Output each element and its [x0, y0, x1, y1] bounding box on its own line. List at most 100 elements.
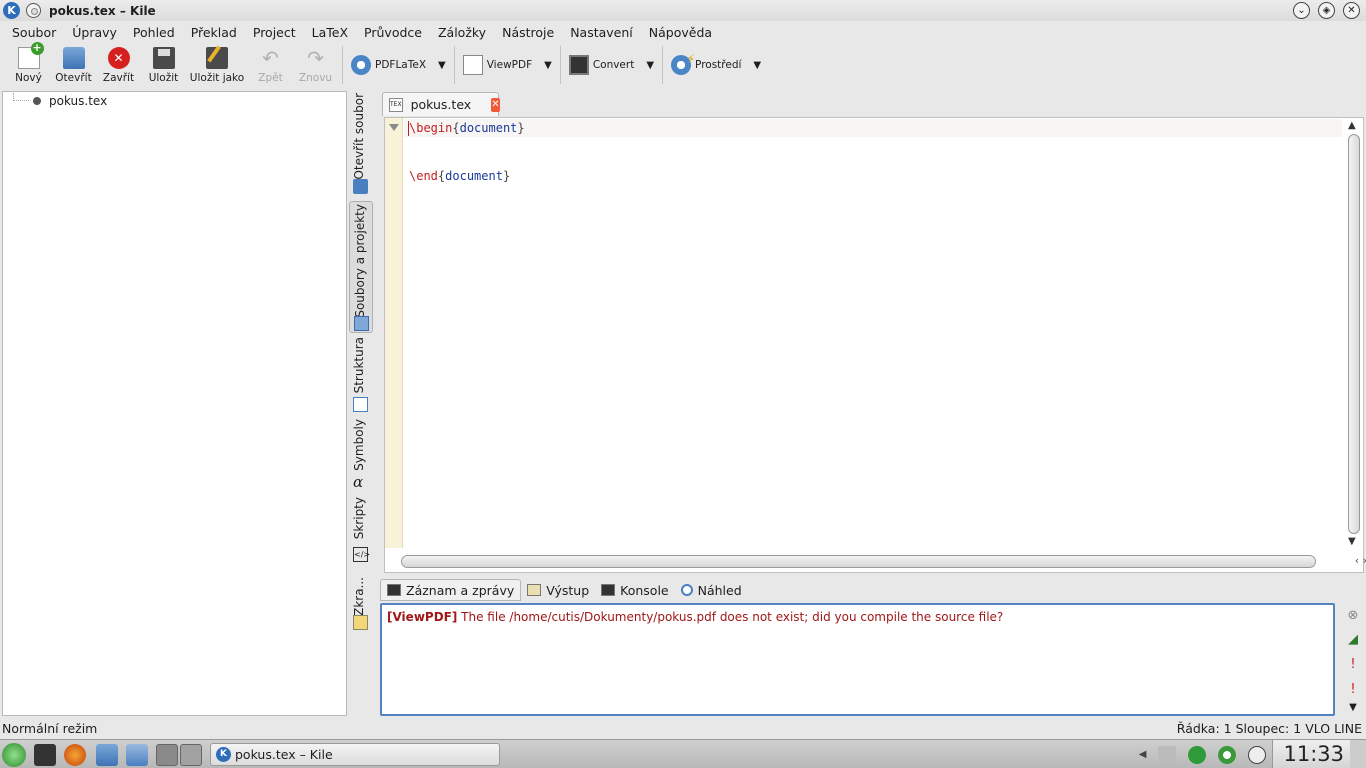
close-tab-icon[interactable]: ✕ [491, 97, 500, 112]
tab-open-file[interactable]: Otevřít soubor [349, 93, 373, 195]
menu-pohled[interactable]: Pohled [125, 25, 183, 40]
chevron-down-icon[interactable]: ▼ [1345, 702, 1361, 718]
convert-terminal-icon [568, 55, 589, 75]
menu-zalozky[interactable]: Záložky [430, 25, 494, 40]
environment-button[interactable]: Prostředí ▼ [667, 43, 765, 87]
chevron-down-icon[interactable]: ▼ [438, 60, 446, 71]
virtual-desktop-2[interactable] [180, 744, 202, 766]
environment-button-label: Prostředí [695, 59, 742, 71]
scroll-left-right-icon[interactable]: ‹ › [1355, 554, 1366, 567]
preview-search-icon [680, 584, 693, 596]
tab-log-label: Záznam a zprávy [406, 582, 515, 598]
toolbar-separator [662, 46, 664, 84]
close-document-button[interactable]: Zavřít [96, 43, 141, 87]
chevron-down-icon[interactable]: ▼ [544, 60, 552, 71]
window-menu-icon[interactable] [26, 3, 41, 18]
start-menu-icon[interactable] [2, 743, 26, 767]
open-button-label: Otevřít [55, 72, 92, 84]
tab-files-projects[interactable]: Soubory a projekty [349, 201, 373, 333]
volume-icon[interactable] [1158, 745, 1177, 764]
tab-scripts[interactable]: Skripty </> [349, 497, 373, 563]
task-kile[interactable]: K pokus.tex – Kile [210, 743, 500, 766]
undo-button[interactable]: ↶ Zpět [248, 43, 293, 87]
warning-icon[interactable]: ! [1345, 682, 1361, 698]
menu-nastaveni[interactable]: Nastavení [562, 25, 641, 40]
scroll-down-icon[interactable]: ▼ [1348, 536, 1356, 547]
update-notifier-icon[interactable] [1188, 745, 1207, 764]
open-button[interactable]: Otevřít [51, 43, 96, 87]
code-editor[interactable]: \begin{document} \end{document} ▲ ▼ ‹ › [384, 117, 1366, 573]
kile-app-icon[interactable]: K [3, 2, 20, 19]
tab-output[interactable]: Výstup [521, 579, 595, 601]
clear-log-icon[interactable]: ⊗ [1345, 608, 1361, 624]
editor-gutter [385, 118, 403, 548]
redo-icon: ↷ [307, 46, 324, 70]
tab-symbols[interactable]: Symboly α [349, 419, 373, 491]
clock[interactable]: 11:33 [1272, 740, 1350, 768]
log-message-text: The file /home/cutis/Dokumenty/pokus.pdf… [461, 610, 1004, 624]
insert-mode: VLO [1305, 720, 1331, 736]
brace: } [517, 121, 525, 135]
package-manager-icon[interactable] [126, 744, 148, 766]
firefox-icon[interactable] [64, 744, 86, 766]
latex-argument: document [459, 121, 518, 135]
tab-konsole[interactable]: Konsole [595, 579, 674, 601]
save-as-button[interactable]: Uložit jako [186, 43, 248, 87]
info-icon[interactable] [1248, 745, 1267, 764]
desktop-icon[interactable] [34, 744, 56, 766]
build-pdflatex-button[interactable]: PDFLaTeX ▼ [347, 43, 450, 87]
tab-pokus-tex[interactable]: TEX pokus.tex ✕ [382, 92, 500, 116]
log-message-tag: [ViewPDF] [387, 610, 458, 624]
network-icon[interactable] [1218, 745, 1237, 764]
redo-button[interactable]: ↷ Znovu [293, 43, 338, 87]
editor-tab-label: pokus.tex [410, 97, 472, 112]
save-button[interactable]: Uložit [141, 43, 186, 87]
minimize-button[interactable]: ⌄ [1293, 2, 1310, 19]
tree-item[interactable]: pokus.tex [13, 93, 107, 108]
horizontal-scroll-thumb[interactable] [401, 555, 1316, 568]
files-projects-icon [354, 316, 369, 331]
vertical-scrollbar[interactable]: ▲ ▼ [1347, 120, 1361, 548]
latex-build-icon[interactable]: ◢ [1345, 632, 1361, 648]
scroll-up-icon[interactable]: ▲ [1348, 120, 1356, 131]
convert-button[interactable]: Convert ▼ [565, 43, 658, 87]
view-pdf-button[interactable]: ViewPDF ▼ [459, 43, 556, 87]
tab-structure[interactable]: Struktura [349, 337, 373, 413]
horizontal-scrollbar[interactable]: ‹ › [397, 552, 1366, 570]
chevron-down-icon[interactable]: ▼ [753, 60, 761, 71]
tab-preview[interactable]: Náhled [675, 579, 748, 601]
menu-latex[interactable]: LaTeX [304, 25, 356, 40]
menu-napoveda[interactable]: Nápověda [641, 25, 720, 40]
chevron-down-icon[interactable]: ▼ [646, 60, 654, 71]
tray-expand-icon[interactable]: ◀ [1139, 749, 1147, 760]
tab-konsole-label: Konsole [620, 582, 669, 598]
menu-bar: Soubor Úpravy Pohled Překlad Project LaT… [0, 21, 1366, 43]
menu-preklad[interactable]: Překlad [183, 25, 245, 40]
code-line[interactable]: \end{document} [409, 169, 510, 183]
menu-project[interactable]: Project [245, 25, 304, 40]
new-button[interactable]: Nový [6, 42, 51, 87]
fold-marker-icon[interactable] [389, 124, 399, 131]
log-messages-panel[interactable]: [ViewPDF] The file /home/cutis/Dokumenty… [380, 603, 1335, 716]
code-line[interactable]: \begin{document} [409, 121, 525, 135]
menu-nastroje[interactable]: Nástroje [494, 25, 562, 40]
tab-structure-label: Struktura [352, 337, 366, 394]
menu-pruvodce[interactable]: Průvodce [356, 25, 430, 40]
vertical-scroll-thumb[interactable] [1348, 134, 1360, 534]
close-window-button[interactable]: ✕ [1343, 2, 1360, 19]
file-manager-icon[interactable] [96, 744, 118, 766]
maximize-button[interactable]: ◈ [1318, 2, 1335, 19]
notification-icon[interactable] [1350, 740, 1366, 768]
virtual-desktop-1[interactable] [156, 744, 178, 766]
tab-scripts-label: Skripty [352, 497, 366, 540]
tab-log-messages[interactable]: Záznam a zprávy [380, 579, 522, 601]
menu-upravy[interactable]: Úpravy [64, 25, 125, 40]
latex-argument: document [445, 169, 503, 183]
open-folder-icon [62, 47, 85, 69]
new-button-label: Nový [15, 72, 42, 84]
script-icon: </> [353, 547, 370, 562]
menu-soubor[interactable]: Soubor [4, 25, 64, 40]
tab-abbreviations[interactable]: Zkra... [349, 577, 373, 631]
tab-output-label: Výstup [546, 582, 590, 598]
error-icon[interactable]: ! [1345, 657, 1361, 673]
